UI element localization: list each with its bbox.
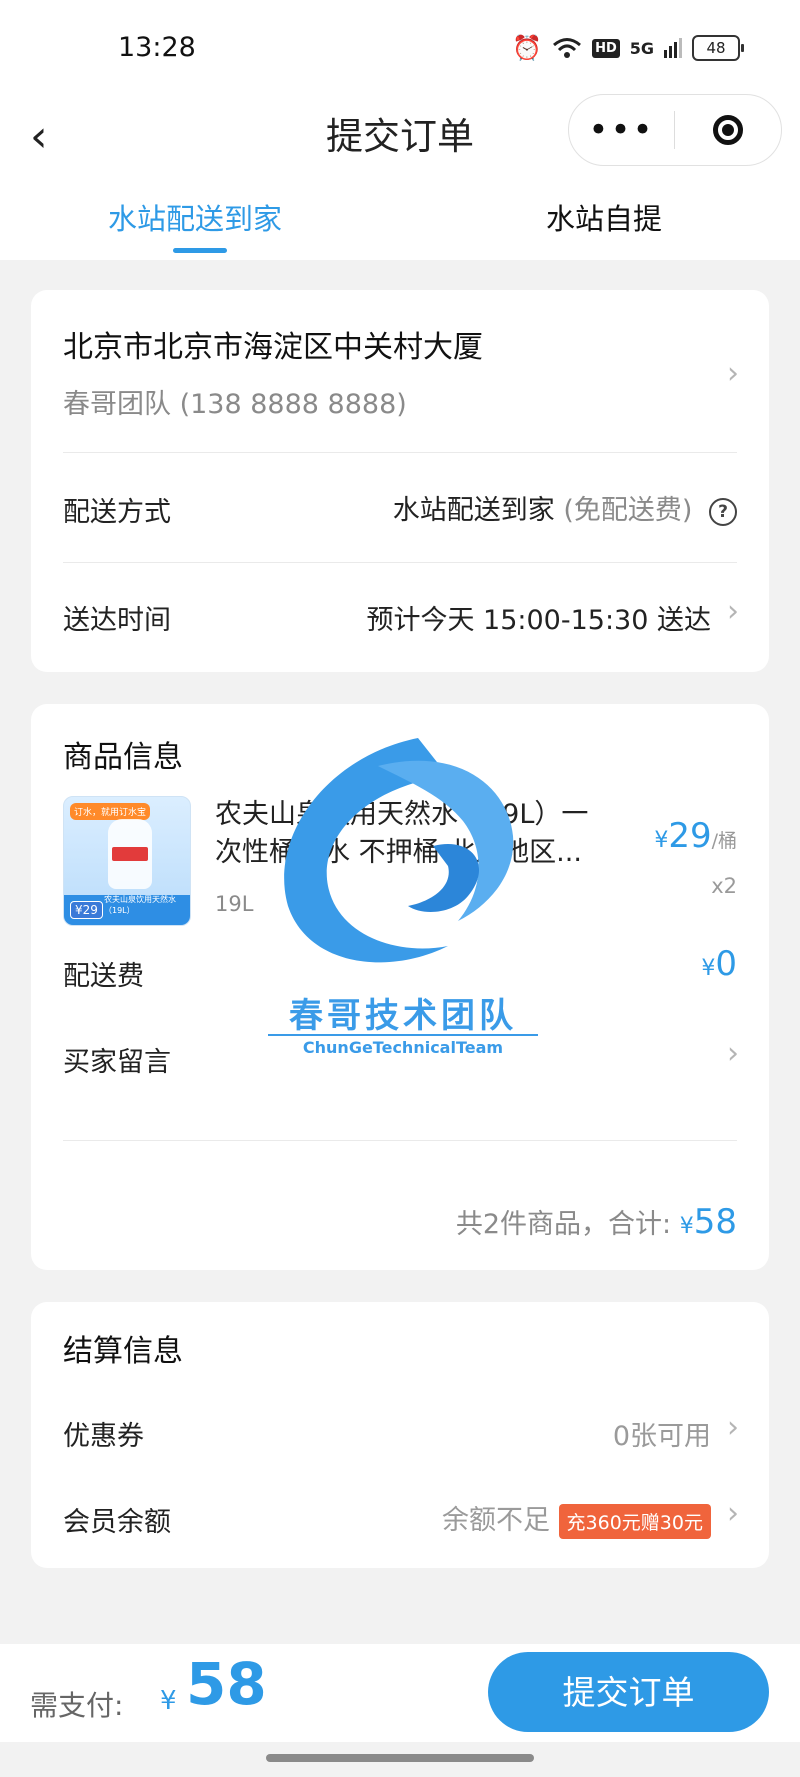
delivery-tabs: 水站配送到家 水站自提 [0, 182, 800, 260]
divider [63, 562, 737, 563]
checkout-bar: 需支付: ¥ 58 提交订单 [0, 1644, 800, 1742]
address-chevron-icon[interactable]: › [727, 356, 739, 391]
coupon-value[interactable]: 0张可用 [613, 1414, 711, 1453]
status-icons: ⏰ HD 5G 48 [512, 34, 744, 62]
goods-summary: 共2件商品，合计: ¥58 [456, 1202, 737, 1242]
goods-card: 商品信息 订水，就用订水宝 ¥29 农夫山泉饮用天然水（19L） 农夫山泉饮用天… [31, 704, 769, 1270]
price-value: 29 [668, 816, 712, 856]
settlement-card: 结算信息 优惠券 0张可用 › 会员余额 余额不足 充360元赠30元 › [31, 1302, 769, 1568]
wifi-icon [553, 38, 582, 58]
buyer-message-label[interactable]: 买家留言 [63, 1040, 171, 1079]
delivery-method-value: 水站配送到家 (免配送费) ? [393, 488, 737, 527]
close-target-icon[interactable] [675, 95, 780, 165]
summary-currency: ¥ [679, 1214, 694, 1239]
active-tab-indicator [173, 248, 227, 253]
product-quantity: x2 [711, 874, 737, 898]
goods-section-title: 商品信息 [63, 740, 183, 775]
balance-chevron-icon[interactable]: › [727, 1496, 739, 1531]
settlement-section-title: 结算信息 [63, 1334, 183, 1369]
signal-bars-icon [664, 38, 682, 58]
more-menu-icon[interactable]: ••• [569, 95, 674, 165]
pay-amount: 58 [186, 1650, 267, 1718]
delivery-time-value[interactable]: 预计今天 15:00-15:30 送达 [366, 598, 711, 637]
product-image-name: 农夫山泉饮用天然水（19L） [104, 895, 176, 915]
product-name[interactable]: 农夫山泉饮用天然水（19L）一次性桶装水 不押桶 北京地区... [215, 796, 595, 872]
coupon-label: 优惠券 [63, 1421, 144, 1452]
price-currency: ¥ [654, 828, 669, 853]
fee-amount: 0 [715, 944, 737, 984]
home-indicator[interactable] [266, 1754, 534, 1762]
address-line[interactable]: 北京市北京市海淀区中关村大厦 [63, 322, 483, 366]
member-balance-value: 余额不足 充360元赠30元 [442, 1498, 711, 1539]
delivery-fee-value: ¥0 [701, 944, 737, 984]
divider [63, 452, 737, 453]
help-icon[interactable]: ? [709, 497, 737, 526]
delivery-fee-label: 配送费 [63, 961, 144, 992]
coupon-chevron-icon[interactable]: › [727, 1410, 739, 1445]
summary-text: 共2件商品，合计: [455, 1209, 672, 1240]
pay-label: 需支付: [30, 1689, 124, 1722]
contact-info: 春哥团队 (138 8888 8888) [63, 389, 407, 420]
nav-header: ‹ 提交订单 ••• [0, 92, 800, 182]
bottle-label-icon [112, 847, 148, 861]
buyer-message-chevron-icon[interactable]: › [727, 1036, 739, 1071]
submit-order-button[interactable]: 提交订单 [488, 1652, 769, 1732]
fee-currency: ¥ [701, 956, 716, 981]
delivery-method-label: 配送方式 [63, 497, 171, 528]
tab-self-pickup[interactable]: 水站自提 [546, 196, 662, 238]
recharge-promo-badge[interactable]: 充360元赠30元 [558, 1504, 711, 1539]
status-bar: 13:28 ⏰ HD 5G 48 [0, 0, 800, 92]
status-time: 13:28 [118, 32, 196, 63]
delivery-fee-note: (免配送费) [563, 495, 693, 526]
delivery-method-text: 水站配送到家 [392, 495, 555, 526]
tab-home-delivery[interactable]: 水站配送到家 [108, 196, 282, 238]
member-balance-label: 会员余额 [63, 1507, 171, 1538]
mini-program-capsule: ••• [568, 94, 782, 166]
battery-icon: 48 [692, 35, 744, 61]
signal-5g-icon: 5G [629, 38, 654, 58]
balance-status: 余额不足 [441, 1505, 550, 1536]
alarm-icon: ⏰ [512, 34, 543, 62]
hd-icon: HD [592, 38, 620, 58]
product-image[interactable]: 订水，就用订水宝 ¥29 农夫山泉饮用天然水（19L） [63, 796, 191, 926]
divider [63, 1140, 737, 1141]
product-image-tag: 订水，就用订水宝 [70, 803, 151, 820]
price-unit: /桶 [711, 830, 737, 852]
product-image-price: ¥29 [70, 901, 103, 919]
summary-amount: 58 [693, 1202, 737, 1242]
pay-currency: ¥ [160, 1686, 177, 1716]
delivery-time-label: 送达时间 [63, 605, 171, 636]
product-price: ¥29/桶 [654, 816, 737, 856]
address-card: 北京市北京市海淀区中关村大厦 春哥团队 (138 8888 8888) › 配送… [31, 290, 769, 672]
product-spec: 19L [215, 892, 254, 916]
delivery-time-chevron-icon[interactable]: › [727, 594, 739, 629]
